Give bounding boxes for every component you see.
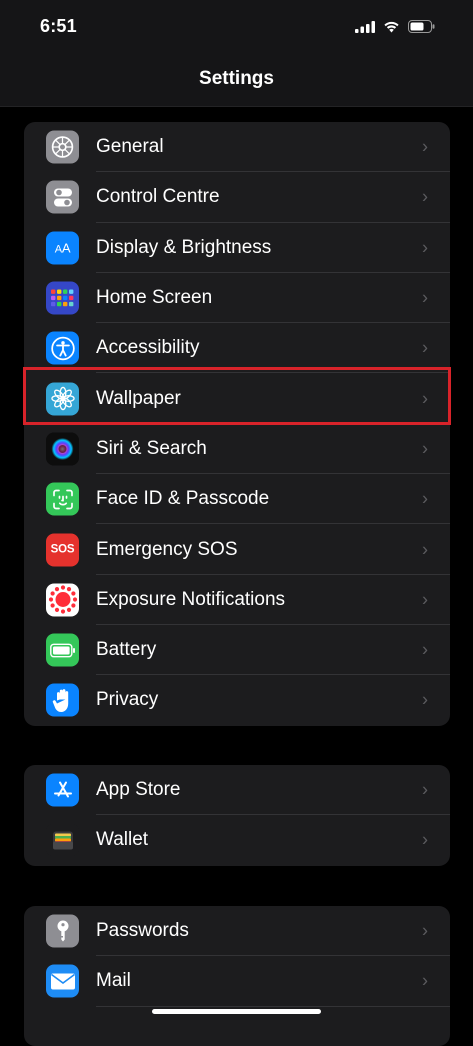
chevron-right-icon: ›	[422, 488, 428, 509]
siri-icon	[46, 432, 79, 466]
row-separator	[96, 1005, 450, 1007]
settings-row-label: Home Screen	[96, 287, 213, 309]
settings-row-battery[interactable]: Battery ›	[24, 625, 450, 676]
chevron-right-icon: ›	[422, 589, 428, 610]
hand-icon	[46, 683, 79, 717]
settings-row-accessibility[interactable]: Accessibility ›	[24, 323, 450, 374]
face-id-icon	[46, 482, 79, 516]
settings-row-label: Mail	[96, 970, 131, 992]
settings-row-wallet[interactable]: Wallet ›	[24, 815, 450, 865]
chevron-right-icon: ›	[422, 689, 428, 710]
settings-row-label: Face ID & Passcode	[96, 488, 270, 510]
settings-row-label: Battery	[96, 639, 157, 661]
settings-row-privacy[interactable]: Privacy ›	[24, 675, 450, 725]
envelope-icon	[46, 964, 79, 998]
sos-icon: SOS	[46, 533, 79, 567]
settings-row-mail[interactable]: Mail ›	[24, 956, 450, 1007]
page-title: Settings	[199, 68, 274, 89]
chevron-right-icon: ›	[422, 337, 428, 358]
chevron-right-icon: ›	[422, 438, 428, 459]
settings-row-label: Exposure Notifications	[96, 588, 286, 610]
settings-row-exposure-notifications[interactable]: Exposure Notifications ›	[24, 575, 450, 625]
flower-icon	[46, 382, 79, 416]
app-grid-icon	[46, 281, 79, 315]
settings-row-label: Control Centre	[96, 186, 220, 208]
wifi-icon	[384, 21, 399, 33]
settings-group-2: App Store › Wallet ›	[24, 765, 450, 866]
chevron-right-icon: ›	[422, 829, 428, 850]
settings-group-3: Passwords › Mail ›	[24, 906, 450, 1046]
chevron-right-icon: ›	[422, 539, 428, 560]
settings-row-app-store[interactable]: App Store ›	[24, 765, 450, 816]
battery-icon	[46, 633, 79, 667]
settings-group-1: General › Control Centre › AA Display & Brigh…	[24, 122, 450, 726]
battery-status-icon	[408, 20, 435, 33]
gear-icon	[46, 130, 79, 164]
home-indicator	[152, 1009, 321, 1014]
toggles-icon	[46, 180, 79, 214]
settings-row-display-and-brightness[interactable]: AA Display & Brightness ›	[24, 223, 450, 273]
chevron-right-icon: ›	[422, 287, 428, 308]
settings-row-general[interactable]: General ›	[24, 122, 450, 173]
app-store-icon	[46, 773, 79, 807]
settings-row-label: Privacy	[96, 689, 159, 711]
chevron-right-icon: ›	[422, 779, 428, 800]
chevron-right-icon: ›	[422, 970, 428, 991]
cellular-signal-icon	[355, 20, 375, 33]
chevron-right-icon: ›	[422, 388, 428, 409]
settings-row-label: Wallpaper	[96, 387, 181, 409]
exposure-icon	[46, 583, 79, 617]
settings-row-passwords[interactable]: Passwords ›	[24, 906, 450, 957]
wallet-icon	[46, 823, 79, 857]
accessibility-icon	[46, 331, 79, 365]
chevron-right-icon: ›	[422, 920, 428, 941]
status-time: 6:51	[40, 16, 77, 36]
settings-row-control-centre[interactable]: Control Centre ›	[24, 172, 450, 223]
settings-row-label: Display & Brightness	[96, 236, 272, 258]
settings-row-siri-and-search[interactable]: Siri & Search ›	[24, 424, 450, 475]
settings-row-emergency-sos[interactable]: SOS Emergency SOS ›	[24, 524, 450, 575]
settings-row-label: Passwords	[96, 920, 189, 942]
status-bar: 6:51	[0, 0, 473, 56]
settings-row-face-id-and-passcode[interactable]: Face ID & Passcode ›	[24, 474, 450, 525]
settings-row-label: Siri & Search	[96, 437, 207, 459]
aa-text-icon: AA	[46, 231, 79, 265]
chevron-right-icon: ›	[422, 237, 428, 258]
key-icon	[46, 914, 79, 948]
settings-row-label: Accessibility	[96, 337, 200, 359]
settings-row-wallpaper[interactable]: Wallpaper ›	[24, 373, 450, 424]
settings-row-label: General	[96, 136, 164, 158]
settings-row-label: App Store	[96, 779, 181, 801]
settings-row-label: Wallet	[96, 829, 149, 851]
settings-row-home-screen[interactable]: Home Screen ›	[24, 273, 450, 324]
chevron-right-icon: ›	[422, 136, 428, 157]
settings-row-label: Emergency SOS	[96, 538, 238, 560]
chevron-right-icon: ›	[422, 186, 428, 207]
chevron-right-icon: ›	[422, 639, 428, 660]
